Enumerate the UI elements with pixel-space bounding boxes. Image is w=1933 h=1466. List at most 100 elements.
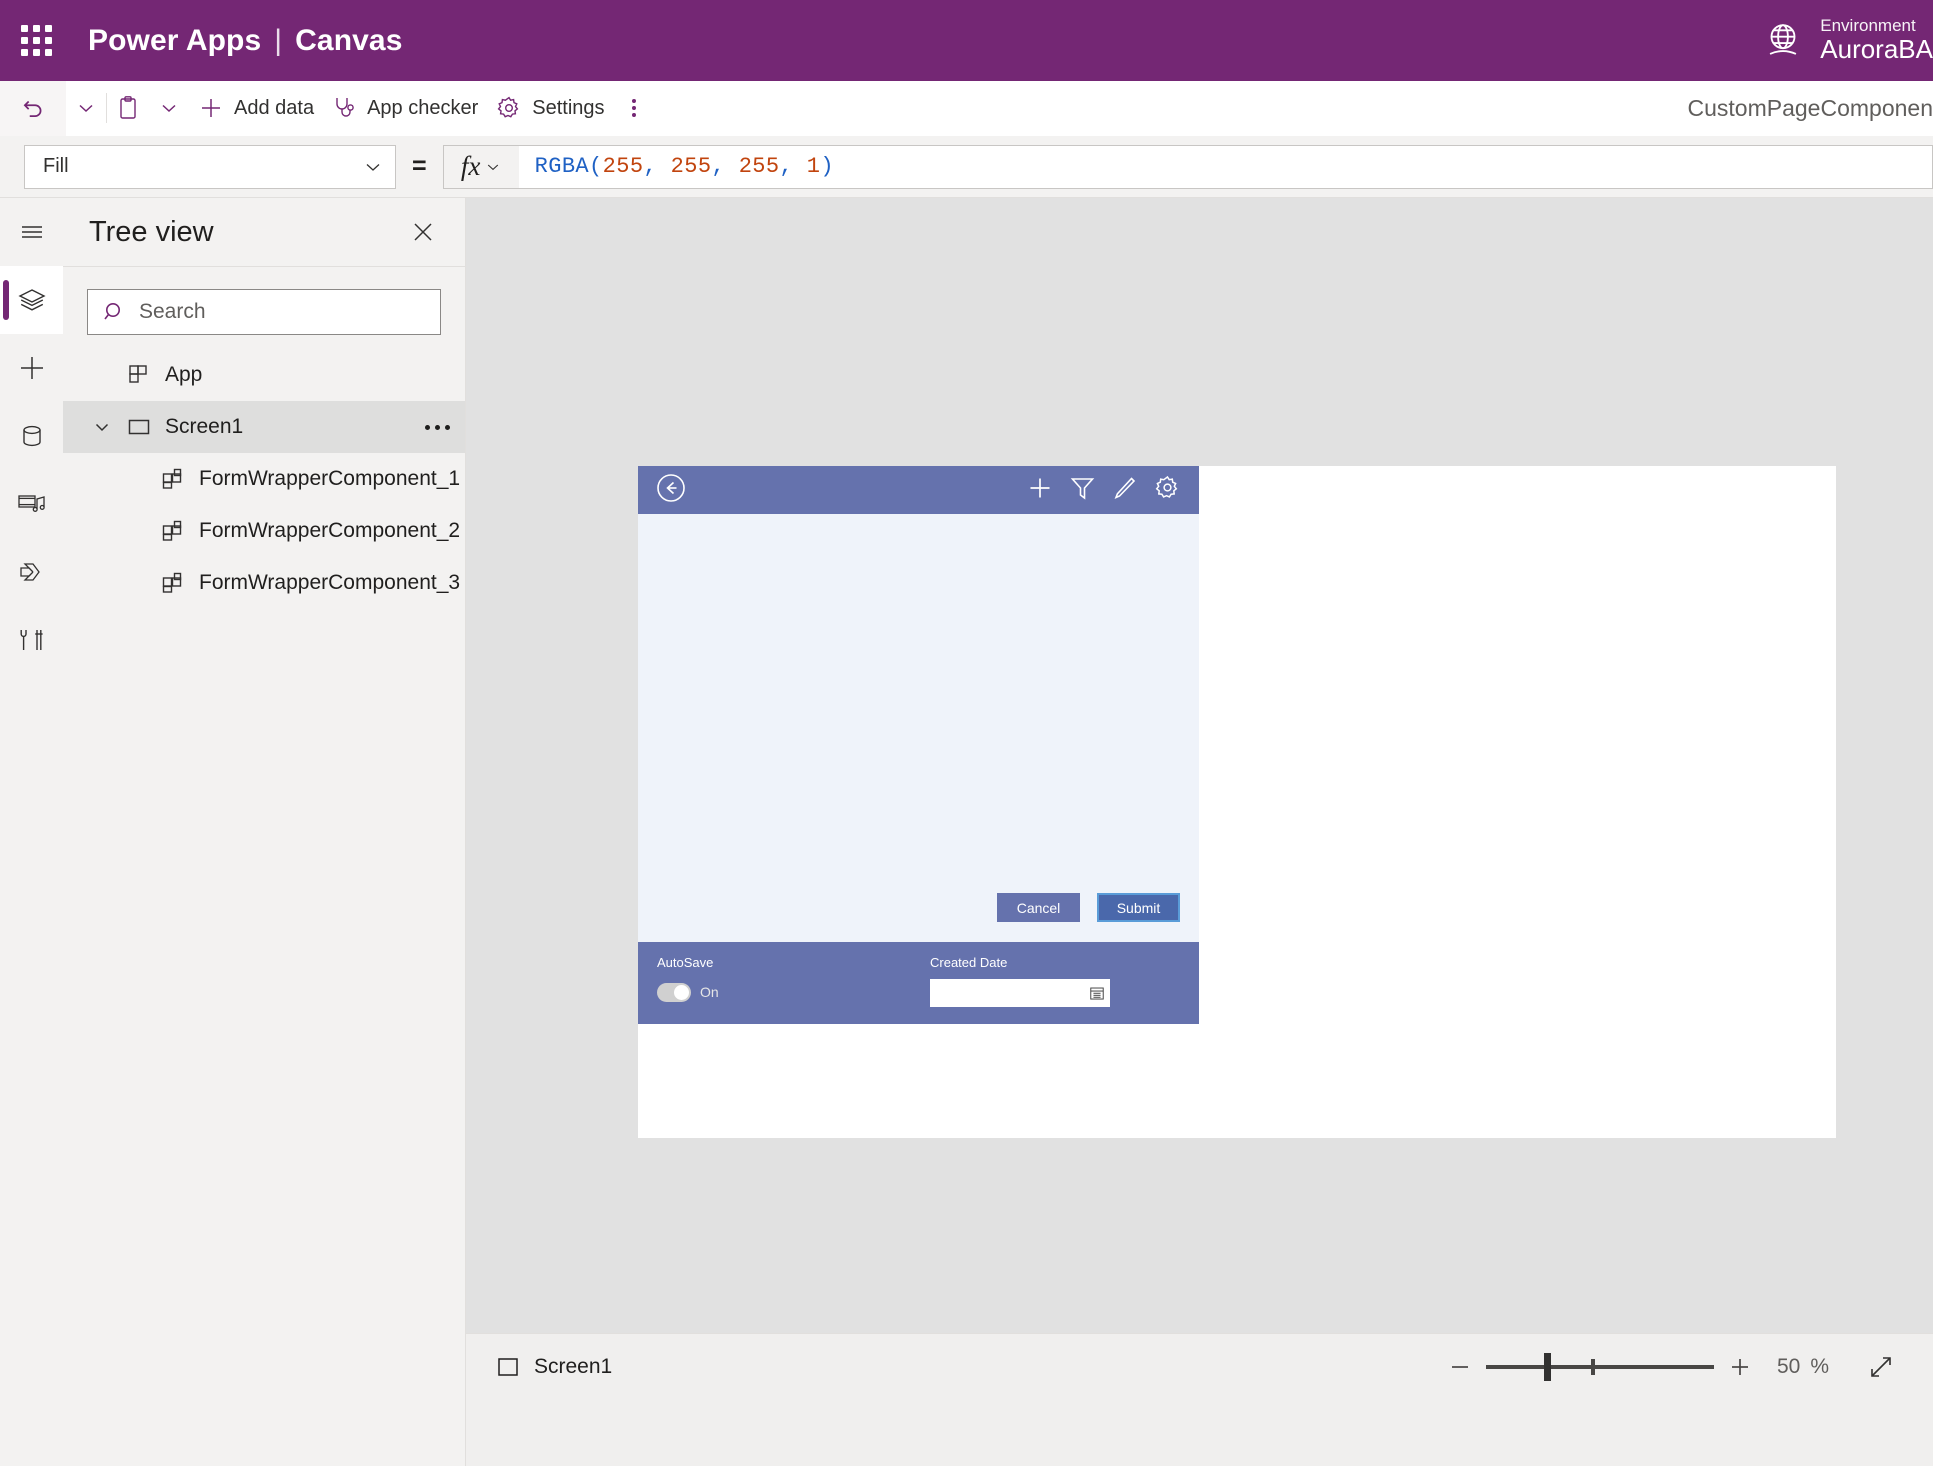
autosave-label: AutoSave bbox=[657, 955, 714, 970]
component-header bbox=[638, 466, 1199, 514]
zoom-slider[interactable] bbox=[1486, 1341, 1715, 1393]
formula-token: 1 bbox=[806, 154, 821, 179]
tree-item-label: FormWrapperComponent_2 bbox=[199, 519, 461, 542]
sidebar-item-insert[interactable] bbox=[0, 334, 63, 402]
plus-icon bbox=[198, 95, 224, 121]
formula-input[interactable]: RGBA(255, 255, 255, 1) bbox=[518, 144, 1933, 189]
chevron-down-icon bbox=[79, 104, 93, 113]
zoom-out-button[interactable] bbox=[1434, 1341, 1486, 1393]
sidebar-item-variables[interactable] bbox=[0, 606, 63, 674]
hamburger-menu-button[interactable] bbox=[0, 198, 63, 266]
bottom-left-filler bbox=[0, 1333, 466, 1466]
tree-item-screen1[interactable]: Screen1 bbox=[63, 401, 465, 453]
autosave-toggle[interactable] bbox=[657, 983, 691, 1002]
screen-icon bbox=[498, 1358, 518, 1376]
app-icon bbox=[119, 362, 159, 388]
paste-button[interactable] bbox=[107, 81, 149, 136]
back-arrow-circle-icon[interactable] bbox=[654, 471, 688, 510]
bottom-right-filler bbox=[466, 1400, 1933, 1466]
tree-item-label: FormWrapperComponent_1 bbox=[199, 467, 461, 490]
variables-tools-icon bbox=[20, 630, 43, 650]
chevron-down-icon[interactable] bbox=[85, 417, 119, 437]
undo-dropdown-button[interactable] bbox=[66, 81, 106, 136]
brand-section: Canvas bbox=[295, 23, 403, 57]
hamburger-menu-icon bbox=[21, 226, 42, 238]
more-vertical-icon bbox=[631, 99, 636, 117]
app-checker-label: App checker bbox=[367, 96, 479, 119]
zoom-controls: 50 % bbox=[1434, 1341, 1907, 1393]
fit-to-screen-icon bbox=[1871, 1357, 1891, 1377]
form-wrapper-component-preview[interactable]: Cancel Submit AutoSave On Created Date bbox=[638, 466, 1199, 1024]
app-screen-canvas[interactable]: Cancel Submit AutoSave On Created Date bbox=[638, 466, 1836, 1138]
sidebar-item-media[interactable] bbox=[0, 470, 63, 538]
tree-item-formwrappercomponent-2[interactable]: FormWrapperComponent_2 bbox=[63, 505, 465, 557]
fx-button[interactable]: fx bbox=[442, 144, 519, 189]
tree-view-panel: Tree view Search App Screen1 FormWrapper… bbox=[63, 198, 466, 1333]
tree-item-list: App Screen1 FormWrapperComponent_1 FormW… bbox=[63, 349, 465, 609]
formula-token: , bbox=[711, 154, 739, 179]
database-data-icon bbox=[22, 425, 41, 447]
status-bar: Screen1 50 % bbox=[466, 1333, 1933, 1400]
created-date-input[interactable] bbox=[930, 979, 1110, 1007]
chevron-down-icon bbox=[366, 163, 380, 171]
formula-token: RGBA bbox=[534, 154, 590, 179]
autosave-toggle-state: On bbox=[700, 984, 719, 1000]
fit-to-screen-button[interactable] bbox=[1855, 1341, 1907, 1393]
formula-token: 255 bbox=[738, 154, 780, 179]
plus-icon[interactable] bbox=[1027, 475, 1053, 506]
component-icon bbox=[153, 518, 193, 544]
property-select[interactable]: Fill bbox=[24, 144, 396, 189]
gear-settings-icon[interactable] bbox=[1154, 474, 1181, 506]
add-data-button[interactable]: Add data bbox=[189, 81, 323, 136]
status-screen-selector[interactable]: Screen1 bbox=[496, 1355, 612, 1379]
search-icon bbox=[104, 302, 120, 319]
pencil-edit-icon[interactable] bbox=[1112, 475, 1137, 506]
fx-icon: fx bbox=[460, 151, 481, 181]
paste-dropdown-button[interactable] bbox=[149, 81, 189, 136]
component-body[interactable]: Cancel Submit bbox=[638, 514, 1199, 942]
zoom-slider-thumb[interactable] bbox=[1544, 1353, 1552, 1381]
overflow-menu-button[interactable] bbox=[614, 81, 654, 136]
undo-button[interactable] bbox=[0, 80, 66, 136]
tree-item-formwrappercomponent-3[interactable]: FormWrapperComponent_3 bbox=[63, 557, 465, 609]
sidebar-item-power-automate[interactable] bbox=[0, 538, 63, 606]
globe-environment-icon bbox=[1769, 23, 1797, 55]
tree-item-formwrappercomponent-1[interactable]: FormWrapperComponent_1 bbox=[63, 453, 465, 505]
close-panel-button[interactable] bbox=[403, 212, 443, 252]
zoom-slider-tick bbox=[1591, 1359, 1596, 1375]
tree-item-context-menu-button[interactable] bbox=[409, 424, 465, 430]
document-title: CustomPageComponen bbox=[1687, 95, 1933, 121]
app-launcher-icon[interactable] bbox=[14, 19, 58, 63]
chevron-down-icon bbox=[488, 164, 499, 170]
environment-picker[interactable]: Environment AuroraBA bbox=[1760, 0, 1933, 81]
left-icon-rail bbox=[0, 198, 63, 1333]
gear-icon bbox=[496, 95, 522, 121]
environment-label: Environment bbox=[1820, 16, 1916, 36]
submit-button[interactable]: Submit bbox=[1097, 893, 1180, 922]
panel-title: Tree view bbox=[89, 215, 214, 248]
sidebar-item-data[interactable] bbox=[0, 402, 63, 470]
clipboard-paste-icon bbox=[120, 96, 136, 119]
command-bar: Add data App checker Settings CustomPage… bbox=[0, 80, 1933, 136]
brand-title: Power Apps | Canvas bbox=[88, 24, 403, 58]
chevron-down-icon bbox=[162, 104, 176, 113]
tree-search-box[interactable]: Search bbox=[87, 289, 441, 335]
tree-item-app[interactable]: App bbox=[63, 349, 465, 401]
equals-sign: = bbox=[412, 152, 427, 180]
add-data-label: Add data bbox=[234, 96, 315, 119]
component-icon bbox=[153, 570, 193, 596]
media-icon bbox=[17, 495, 45, 512]
app-checker-button[interactable]: App checker bbox=[323, 81, 487, 136]
settings-label: Settings bbox=[532, 96, 605, 119]
filter-icon[interactable] bbox=[1070, 475, 1095, 506]
tree-item-label: App bbox=[165, 363, 203, 386]
formula-token: 255 bbox=[602, 154, 644, 179]
sidebar-item-tree-view[interactable] bbox=[0, 266, 63, 334]
component-action-buttons: Cancel Submit bbox=[997, 893, 1180, 922]
settings-button[interactable]: Settings bbox=[487, 81, 613, 136]
cancel-button[interactable]: Cancel bbox=[997, 893, 1080, 922]
tree-view-header: Tree view bbox=[63, 198, 465, 266]
component-icon bbox=[153, 466, 193, 492]
canvas-area[interactable]: Cancel Submit AutoSave On Created Date bbox=[466, 198, 1933, 1333]
zoom-in-button[interactable] bbox=[1714, 1341, 1766, 1393]
